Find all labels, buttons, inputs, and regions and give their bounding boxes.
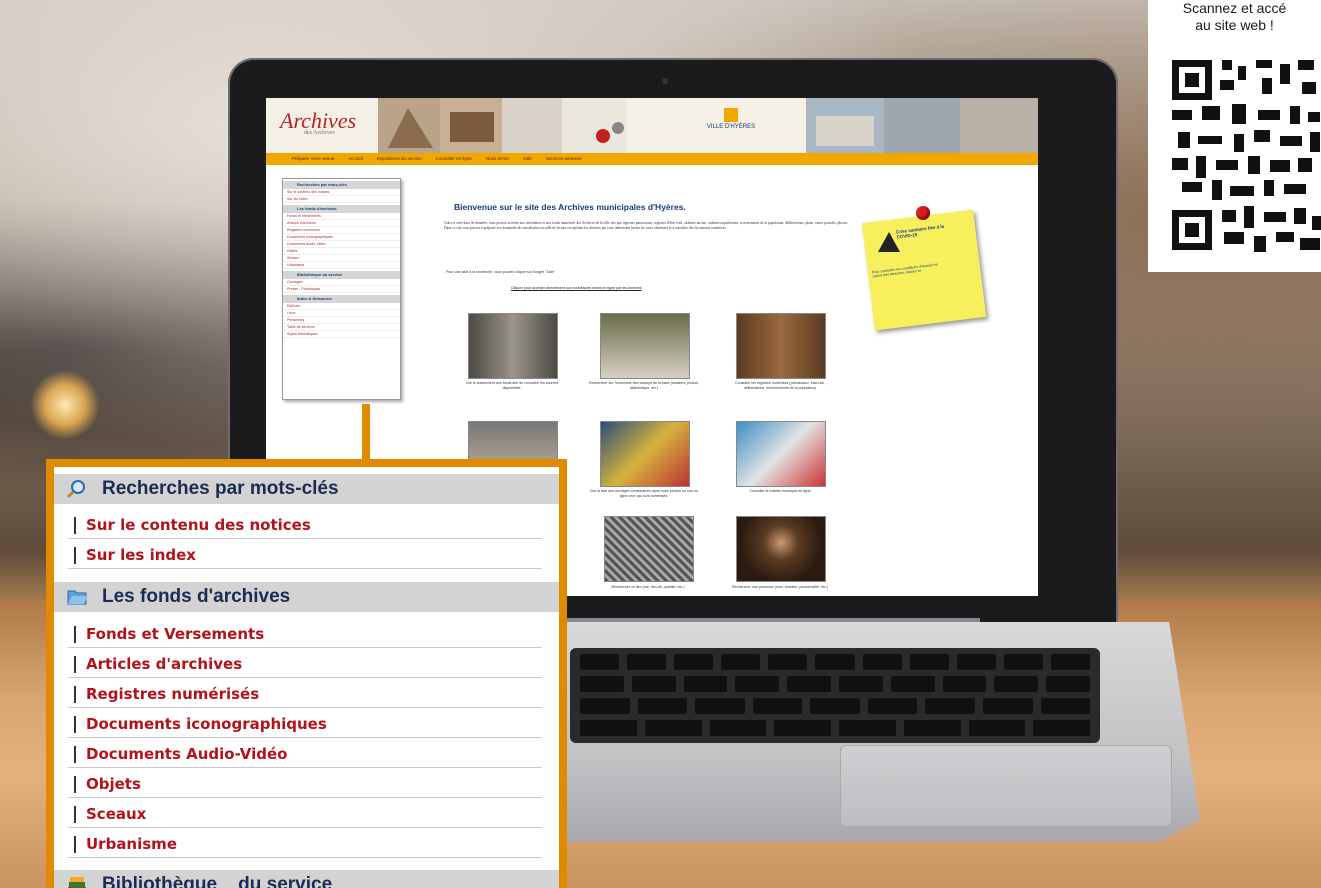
side-menu-heading: Les fonds d'archives [283,205,400,213]
banner-photos [378,98,626,153]
side-menu-item[interactable]: Articles d'archives [283,220,400,227]
side-menu-item[interactable]: Sujets thématiques [283,331,400,338]
menu-item-label: Documents Audio-Vidéo [86,745,288,763]
menu-item-registres[interactable]: Registres numérisés [68,683,542,708]
thumb-caption: Voir le classement des fonds afin de con… [465,381,559,390]
site-banner: Archives des Archives VILLE D'HYÈRES [266,98,1038,153]
main-nav: Préparer votre venue Accueil Expositions… [266,153,1038,165]
side-menu: Recherches par mots-clés Sur le contenu … [282,178,401,400]
pin-icon [916,206,930,220]
magnifier-icon [66,480,85,499]
menu-item-fonds[interactable]: Fonds et Versements [68,623,542,648]
side-menu-item[interactable]: Personnes [283,317,400,324]
thumb-recherche[interactable] [600,313,690,379]
menu-item-audio-video[interactable]: Documents Audio-Vidéo [68,743,542,768]
heading-label: Recherches par mots-clés [102,478,339,499]
side-menu-item[interactable]: Documents Audio-Vidéo [283,241,400,248]
thumb-registres[interactable] [736,313,826,379]
intro-paragraph: Grâce à cette base de données, vous pouv… [444,221,848,230]
menu-item-articles[interactable]: Articles d'archives [68,653,542,678]
thumb-caption: Rechercher une personne (nom, fonction, … [732,585,828,589]
zoom-connector [362,404,370,464]
heading-archive-fonds: Les fonds d'archives [54,582,559,612]
thumb-caption: Consulter le bulletin municipal en ligne [749,489,811,493]
side-menu-heading: Index & thésaurus [283,295,400,303]
side-menu-item[interactable]: Documents iconographiques [283,234,400,241]
nav-item[interactable]: Services annexes [546,153,582,165]
folder-icon [67,590,88,605]
nav-item[interactable]: Consulter en ligne [436,153,472,165]
menu-item-label: Sceaux [86,805,147,823]
banner-photos-right [806,98,1038,153]
side-menu-item[interactable]: Table de services [283,324,400,331]
nav-item[interactable]: Nous écrire [486,153,509,165]
menu-item-label: Articles d'archives [86,655,243,673]
menu-item-iconographiques[interactable]: Documents iconographiques [68,713,542,738]
news-link[interactable]: Cliquez pour accéder directement aux nou… [511,286,641,290]
menu-item-label: Registres numérisés [86,685,260,703]
side-menu-heading: Bibliothèque du service [283,271,400,279]
webcam-icon [662,78,668,84]
keyboard [570,648,1100,743]
thumb-lieux[interactable] [604,516,694,582]
qr-code-icon[interactable] [1172,60,1321,256]
thumb-caption: Rechercher sur l'ensemble des champs de … [589,381,699,390]
trackpad [840,745,1172,827]
nav-item[interactable]: Accueil [348,153,363,165]
side-menu-item[interactable]: Sur le contenu des notices [283,189,400,196]
heading-label: Bibliothèque du service [102,874,333,888]
help-note: Pour une aide à la recherche, vous pouve… [446,270,555,274]
menu-item-notices[interactable]: Sur le contenu des notices [68,514,542,539]
side-menu-item[interactable]: Registres numérisés [283,227,400,234]
side-menu-item[interactable]: Urbanisme [283,262,400,269]
background-lamp [30,370,100,440]
side-menu-item[interactable]: Objets [283,248,400,255]
qr-caption: Scannez et accé au site web ! [1148,0,1321,34]
side-menu-item[interactable]: Fonds et Versements [283,213,400,220]
side-menu-item[interactable]: Ouvrages [283,279,400,286]
menu-item-urbanisme[interactable]: Urbanisme [68,833,542,858]
menu-item-label: Fonds et Versements [86,625,265,643]
heading-keyword-search: Recherches par mots-clés [54,474,559,504]
menu-item-sceaux[interactable]: Sceaux [68,803,542,828]
menu-item-label: Urbanisme [86,835,177,853]
qr-caption-line2: au site web ! [1195,17,1274,33]
thumb-ouvrages[interactable] [600,421,690,487]
menu-item-label: Documents iconographiques [86,715,327,733]
thumb-bulletin[interactable] [736,421,826,487]
qr-panel: Scannez et accé au site web ! [1148,0,1321,272]
menu-item-label: Objets [86,775,141,793]
side-menu-item[interactable]: Édifices [283,303,400,310]
heading-label: Les fonds d'archives [102,586,291,607]
thumb-personnes[interactable] [736,516,826,582]
menu-item-objets[interactable]: Objets [68,773,542,798]
nav-item[interactable]: Préparer votre venue [292,153,334,165]
side-menu-item[interactable]: Lieux [283,310,400,317]
side-menu-heading: Recherches par mots-clés [283,181,400,189]
thumb-caption: Voir la liste des ouvrages consultables … [589,489,699,498]
nav-item[interactable]: Aide [523,153,532,165]
books-icon [68,877,86,888]
thumb-fonds[interactable] [468,313,558,379]
site-logo[interactable]: Archives des Archives [280,108,356,136]
qr-caption-line1: Scannez et accé [1182,0,1287,16]
nav-item[interactable]: Expositions du service [377,153,422,165]
thumb-caption: Rechercher un lieu (rue, lieu-dit, quart… [611,585,685,589]
thumb-caption: Consulter les registres numérisés (paroi… [735,381,825,390]
menu-item-label: Sur les index [86,546,196,564]
side-menu-item[interactable]: Sceaux [283,255,400,262]
side-menu-item[interactable]: Presse - Périodiques [283,286,400,293]
heading-library: Bibliothèque du service [54,870,559,888]
menu-item-label: Sur le contenu des notices [86,516,311,534]
zoomed-side-menu: Recherches par mots-clés Sur le contenu … [46,459,567,888]
city-logo[interactable]: VILLE D'HYÈRES [696,108,766,148]
side-menu-item[interactable]: Sur les index [283,196,400,203]
menu-item-index[interactable]: Sur les index [68,544,542,569]
welcome-title: Bienvenue sur le site des Archives munic… [454,202,686,212]
